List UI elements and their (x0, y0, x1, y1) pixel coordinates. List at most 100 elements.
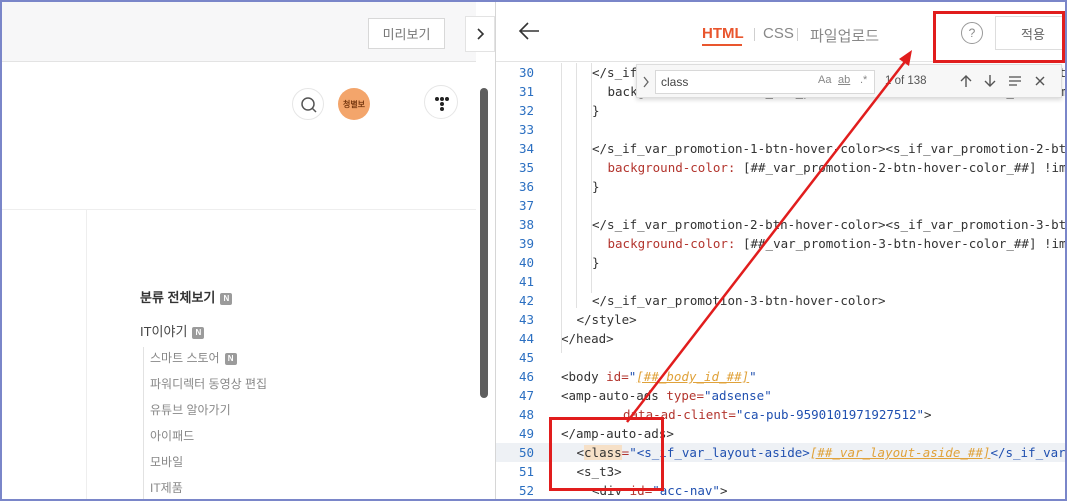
code-text: background-color: [##_var_promotion-3-bt… (607, 236, 1066, 251)
search-button[interactable] (292, 88, 324, 120)
code-line[interactable]: 33 (496, 120, 1065, 139)
menu-button[interactable] (424, 85, 458, 119)
tab-css[interactable]: CSS (763, 25, 794, 42)
indent-guide (576, 63, 577, 308)
code-text: </s_if_var_promotion-1-btn-hover-color><… (592, 141, 1065, 156)
code-text: } (592, 179, 600, 194)
search-icon (301, 97, 317, 113)
preview-toolbar: 미리보기 (2, 2, 476, 62)
line-number: 33 (518, 122, 534, 137)
code-text: </s_if_var_promotion-2-btn-hover-color><… (592, 217, 1065, 232)
line-number: 49 (518, 426, 534, 441)
tab-file-upload[interactable]: 파일업로드 (810, 25, 879, 46)
preview-button[interactable]: 미리보기 (368, 18, 445, 49)
line-number: 43 (518, 312, 534, 327)
line-number: 46 (518, 369, 534, 384)
whole-word-toggle[interactable]: ab (838, 74, 850, 86)
line-number: 48 (518, 407, 534, 422)
chevron-right-icon[interactable] (642, 76, 650, 88)
line-number: 35 (518, 160, 534, 175)
code-line[interactable]: 36} (496, 177, 1065, 196)
code-line[interactable]: 34 </s_if_var_promotion-1-btn-hover-color… (496, 139, 1065, 158)
code-line[interactable]: 46 <body id="[##_body_id_##]" (496, 367, 1065, 386)
code-line[interactable]: 45 (496, 348, 1065, 367)
arrow-down-icon[interactable] (983, 73, 997, 89)
line-number: 50 (518, 445, 534, 460)
category-it-label: IT이야기 (140, 324, 188, 339)
collapse-panel-button[interactable] (465, 16, 495, 52)
category-it-link[interactable]: IT이야기 N (140, 321, 205, 340)
screenshot-frame: 미리보기 청별보 분류 전체보기 N IT이야기 N 스마트 스토어 N 파워디… (0, 0, 1067, 501)
code-text: } (592, 103, 600, 118)
match-case-toggle[interactable]: Aa (818, 74, 831, 86)
column-divider (86, 209, 87, 499)
active-tab-indicator (702, 44, 742, 46)
content-divider (2, 209, 476, 210)
find-in-selection-icon[interactable] (1007, 73, 1023, 89)
line-number: 51 (518, 464, 534, 479)
category-all-label: 분류 전체보기 (140, 290, 216, 305)
code-line[interactable]: 44 </head> (496, 329, 1065, 348)
code-line[interactable]: 38 </s_if_var_promotion-2-btn-hover-color… (496, 215, 1065, 234)
line-number: 47 (518, 388, 534, 403)
code-line[interactable]: 41 (496, 272, 1065, 291)
arrow-up-icon[interactable] (959, 73, 973, 89)
subcategory-item[interactable]: IT제품 (150, 479, 183, 496)
chevron-right-icon (477, 28, 485, 40)
regex-toggle[interactable]: .* (860, 74, 867, 86)
code-line[interactable]: 42 </s_if_var_promotion-3-btn-hover-color… (496, 291, 1065, 310)
code-text: <amp-auto-ads type="adsense" (561, 388, 772, 403)
code-line[interactable]: 39 background-color: [##_var_promotion-3-… (496, 234, 1065, 253)
code-line[interactable]: 40} (496, 253, 1065, 272)
match-count: 1 of 138 (885, 75, 927, 87)
find-widget: class Aa ab .* 1 of 138 (636, 64, 1062, 98)
new-badge: N (220, 293, 233, 305)
dots-grid-icon (435, 97, 449, 111)
code-text: </s_if_var_promotion-3-btn-hover-color> (592, 293, 886, 308)
line-number: 38 (518, 217, 534, 232)
line-number: 52 (518, 483, 534, 498)
code-line[interactable]: 47 <amp-auto-ads type="adsense" (496, 386, 1065, 405)
line-number: 37 (518, 198, 534, 213)
subcategory-item[interactable]: 스마트 스토어 N (150, 349, 237, 366)
close-icon[interactable] (1033, 73, 1047, 89)
subcategory-guide (143, 347, 144, 499)
subcategory-item[interactable]: 유튜브 알아가기 (150, 401, 231, 418)
subcategory-item[interactable]: 모바일 (150, 453, 183, 470)
line-number: 41 (518, 274, 534, 289)
blog-preview-panel: 미리보기 청별보 분류 전체보기 N IT이야기 N 스마트 스토어 N 파워디… (2, 2, 476, 499)
code-text: </style> (576, 312, 637, 327)
code-text: </head> (561, 331, 614, 346)
code-text: } (592, 255, 600, 270)
apply-highlight-box (933, 11, 1065, 63)
avatar[interactable]: 청별보 (338, 88, 370, 120)
indent-guide (591, 63, 592, 293)
line-number: 39 (518, 236, 534, 251)
indent-guide (561, 63, 562, 353)
line-number: 36 (518, 179, 534, 194)
code-text: data-ad-client="ca-pub-9590101971927512"… (623, 407, 932, 422)
tab-separator (754, 28, 755, 41)
line-number: 45 (518, 350, 534, 365)
tab-separator (797, 28, 798, 41)
line-number: 31 (518, 84, 534, 99)
subcategory-item[interactable]: 아이패드 (150, 427, 194, 444)
new-badge: N (192, 327, 205, 339)
code-line[interactable]: 37 (496, 196, 1065, 215)
code-text: background-color: [##_var_promotion-2-bt… (607, 160, 1066, 175)
back-arrow-icon[interactable] (518, 20, 540, 42)
line-number: 44 (518, 331, 534, 346)
code-line[interactable]: 35 background-color: [##_var_promotion-2-… (496, 158, 1065, 177)
line-number: 34 (518, 141, 534, 156)
line-number: 42 (518, 293, 534, 308)
code-highlight-box (549, 417, 664, 491)
code-line[interactable]: 43 </style> (496, 310, 1065, 329)
new-badge: N (224, 353, 237, 365)
subcategory-item[interactable]: 파워디렉터 동영상 편집 (150, 375, 267, 392)
code-line[interactable]: 32} (496, 101, 1065, 120)
line-number: 32 (518, 103, 534, 118)
tab-html[interactable]: HTML (702, 25, 744, 42)
category-all-link[interactable]: 분류 전체보기 N (140, 287, 233, 306)
line-number: 30 (518, 65, 534, 80)
preview-scrollbar[interactable] (480, 88, 488, 398)
